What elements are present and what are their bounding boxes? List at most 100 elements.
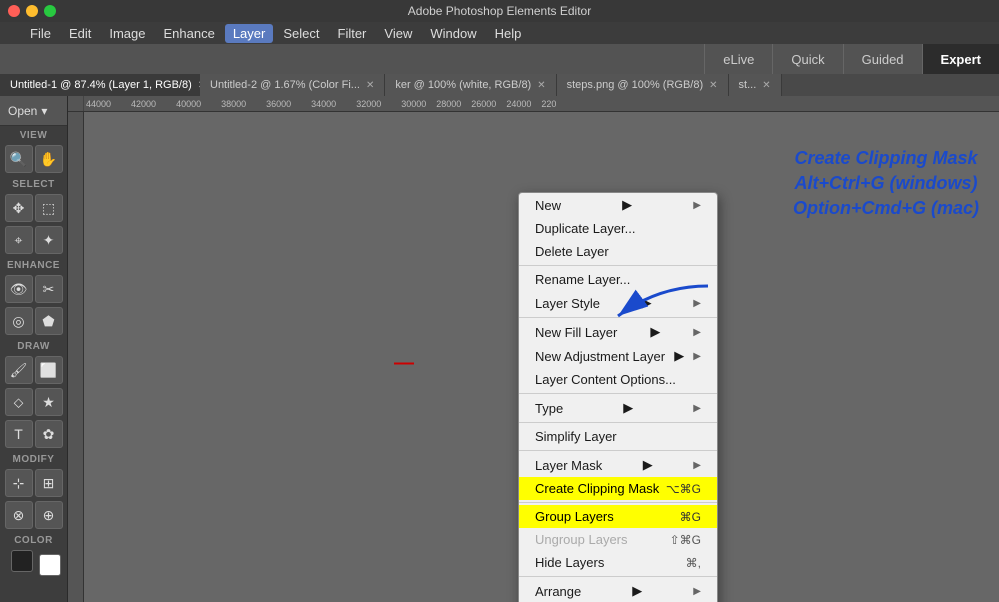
menu-simplify[interactable]: Simplify Layer (519, 425, 717, 448)
separator-7 (519, 576, 717, 577)
menu-select[interactable]: Select (275, 24, 327, 43)
separator-2 (519, 317, 717, 318)
menu-create-clipping[interactable]: Create Clipping Mask ⌥⌘G (519, 477, 717, 500)
minimize-button[interactable] (26, 5, 38, 17)
doc-tab-4[interactable]: steps.png @ 100% (RGB/8) ✕ (557, 74, 729, 96)
close-doc-2[interactable]: ✕ (366, 80, 374, 91)
tab-quick[interactable]: Quick (772, 44, 842, 74)
close-doc-3[interactable]: ✕ (537, 80, 545, 91)
section-draw: DRAW (0, 337, 67, 354)
recompose-tool[interactable]: ⊞ (35, 469, 63, 497)
clone-tool[interactable]: ✂ (35, 275, 63, 303)
canvas-area: 44000 42000 40000 38000 36000 34000 3200… (68, 96, 999, 602)
arrow-icon: ▶ (632, 583, 642, 599)
tab-expert[interactable]: Expert (922, 44, 999, 74)
select-tools-row-1: ✥ ⬚ (0, 192, 67, 224)
zoom-tool[interactable]: 🔍 (5, 145, 33, 173)
custom-shape-tool[interactable]: ✿ (35, 420, 63, 448)
separator-1 (519, 265, 717, 266)
annotation-line-2: Alt+Ctrl+G (windows) (793, 171, 979, 196)
main-area: Open ▾ VIEW 🔍 ✋ SELECT ✥ ⬚ ⌖ ✦ ENHANCE 👁… (0, 96, 999, 602)
foreground-color[interactable] (11, 550, 33, 572)
arrow-icon: ▶ (623, 400, 633, 416)
lasso-tool[interactable]: ⌖ (5, 226, 33, 254)
menu-window[interactable]: Window (422, 24, 484, 43)
section-view: VIEW (0, 126, 67, 143)
ruler-tick: 36000 (266, 99, 291, 109)
paint-bucket-tool[interactable]: ⬦ (5, 388, 33, 416)
menubar: File Edit Image Enhance Layer Select Fil… (0, 22, 999, 44)
window-controls[interactable] (8, 5, 56, 17)
maximize-button[interactable] (44, 5, 56, 17)
menu-image[interactable]: Image (101, 24, 153, 43)
magic-wand-tool[interactable]: ✦ (35, 226, 63, 254)
ruler-horizontal: 44000 42000 40000 38000 36000 34000 3200… (68, 96, 999, 112)
menu-hide-layers[interactable]: Hide Layers ⌘, (519, 551, 717, 574)
crop-tool[interactable]: ⊹ (5, 469, 33, 497)
doc-tabs: Untitled-1 @ 87.4% (Layer 1, RGB/8) ✕ Un… (0, 74, 999, 96)
ruler-vertical (68, 112, 84, 602)
text-tool[interactable]: T (5, 420, 33, 448)
doc-tab-2[interactable]: Untitled-2 @ 1.67% (Color Fi... ✕ (200, 74, 385, 96)
separator-3 (519, 393, 717, 394)
menu-duplicate[interactable]: Duplicate Layer... (519, 217, 717, 240)
menu-arrange[interactable]: Arrange ▶ (519, 579, 717, 602)
close-button[interactable] (8, 5, 20, 17)
modify-tools-row-1: ⊹ ⊞ (0, 467, 67, 499)
app-title: Adobe Photoshop Elements Editor (408, 4, 591, 18)
menu-layer-mask[interactable]: Layer Mask ▶ (519, 453, 717, 477)
open-button[interactable]: Open ▾ (0, 96, 67, 126)
ruler-tick: 40000 (176, 99, 201, 109)
menu-new-fill[interactable]: New Fill Layer ▶ (519, 320, 717, 344)
layer-menu: New ▶ Duplicate Layer... Delete Layer Re… (518, 192, 718, 602)
arrow-icon: ▶ (642, 295, 652, 311)
shape-tool[interactable]: ★ (35, 388, 63, 416)
brush-tool[interactable]: 🖌 (5, 356, 33, 384)
arrow-icon: ▶ (622, 197, 632, 213)
modify-tools-row-2: ⊗ ⊕ (0, 499, 67, 531)
doc-tab-5[interactable]: st... ✕ (729, 74, 782, 96)
marquee-tool[interactable]: ⬚ (35, 194, 63, 222)
enhance-tools-row-2: ◎ ⬟ (0, 305, 67, 337)
ruler-tick: 220 (541, 99, 556, 109)
blur-tool[interactable]: ◎ (5, 307, 33, 335)
menu-layer-style[interactable]: Layer Style ▶ (519, 291, 717, 315)
hand-tool[interactable]: ✋ (35, 145, 63, 173)
doc-tab-3[interactable]: ker @ 100% (white, RGB/8) ✕ (385, 74, 556, 96)
background-color[interactable] (39, 554, 61, 576)
move-tool[interactable]: ✥ (5, 194, 33, 222)
section-select: SELECT (0, 175, 67, 192)
open-arrow: ▾ (41, 104, 47, 118)
tab-elive[interactable]: eLive (704, 44, 772, 74)
menu-edit[interactable]: Edit (61, 24, 99, 43)
ruler-tick: 42000 (131, 99, 156, 109)
ruler-tick: 34000 (311, 99, 336, 109)
ruler-tick: 24000 (506, 99, 531, 109)
separator-4 (519, 422, 717, 423)
menu-delete[interactable]: Delete Layer (519, 240, 717, 263)
menu-new-adjustment[interactable]: New Adjustment Layer ▶ (519, 344, 717, 368)
menu-type[interactable]: Type ▶ (519, 396, 717, 420)
menu-enhance[interactable]: Enhance (156, 24, 223, 43)
smudge-tool[interactable]: ⬟ (35, 307, 63, 335)
menu-layer[interactable]: Layer (225, 24, 274, 43)
menu-layer-content[interactable]: Layer Content Options... (519, 368, 717, 391)
doc-tab-1[interactable]: Untitled-1 @ 87.4% (Layer 1, RGB/8) ✕ (0, 74, 200, 96)
menu-rename[interactable]: Rename Layer... (519, 268, 717, 291)
eye-tool[interactable]: 👁 (5, 275, 33, 303)
spot-heal-tool[interactable]: ⊗ (5, 501, 33, 529)
menu-file[interactable]: File (22, 24, 59, 43)
arrow-icon: ▶ (674, 348, 684, 364)
red-eye-tool[interactable]: ⊕ (35, 501, 63, 529)
close-doc-4[interactable]: ✕ (709, 80, 717, 91)
menu-new[interactable]: New ▶ (519, 193, 717, 217)
apple-menu[interactable] (4, 31, 20, 35)
tab-guided[interactable]: Guided (843, 44, 922, 74)
separator-6 (519, 502, 717, 503)
menu-filter[interactable]: Filter (330, 24, 375, 43)
close-doc-5[interactable]: ✕ (762, 80, 770, 91)
menu-help[interactable]: Help (487, 24, 530, 43)
menu-view[interactable]: View (376, 24, 420, 43)
eraser-tool[interactable]: ⬜ (35, 356, 63, 384)
menu-group-layers[interactable]: Group Layers ⌘G (519, 505, 717, 528)
